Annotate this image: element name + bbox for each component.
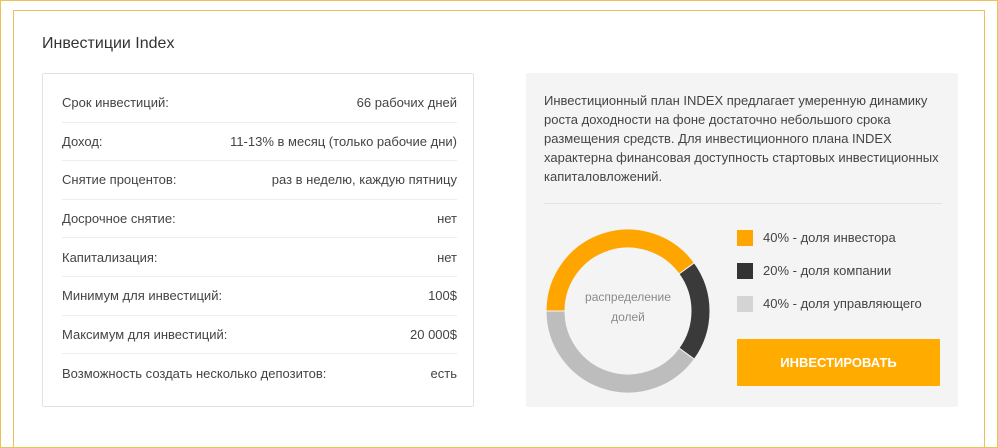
legend-label: 20% - доля компании — [763, 263, 892, 278]
param-value: 100$ — [428, 288, 457, 304]
param-row: Минимум для инвестиций: 100$ — [62, 277, 457, 316]
plan-description: Инвестиционный план INDEX предлагает уме… — [544, 93, 939, 184]
legend-item: 40% - доля инвестора — [737, 221, 922, 254]
param-value: 66 рабочих дней — [356, 95, 457, 111]
chart-legend: 40% - доля инвестора 20% - доля компании… — [737, 221, 922, 320]
param-label: Минимум для инвестиций: — [62, 288, 223, 304]
plan-parameters-table: Срок инвестиций: 66 рабочих дней Доход: … — [42, 73, 474, 407]
param-label: Доход: — [62, 133, 103, 149]
plan-title: Инвестиции Index — [42, 35, 175, 52]
param-label: Снятие процентов: — [62, 172, 177, 188]
param-value: 11-13% в месяц (только рабочие дни) — [230, 133, 457, 149]
legend-label: 40% - доля управляющего — [763, 296, 922, 311]
divider — [544, 203, 942, 204]
param-row: Досрочное снятие: нет — [62, 200, 457, 239]
donut-label-line2: долей — [611, 310, 645, 324]
param-row: Капитализация: нет — [62, 238, 457, 277]
param-value: нет — [437, 249, 457, 265]
param-row: Доход: 11-13% в месяц (только рабочие дн… — [62, 123, 457, 162]
param-row: Срок инвестиций: 66 рабочих дней — [62, 84, 457, 123]
param-label: Досрочное снятие: — [62, 211, 176, 227]
param-value: раз в неделю, каждую пятницу — [271, 172, 457, 188]
param-row: Снятие процентов: раз в неделю, каждую п… — [62, 161, 457, 200]
legend-label: 40% - доля инвестора — [763, 230, 896, 245]
legend-item: 20% - доля компании — [737, 254, 922, 287]
param-label: Срок инвестиций: — [62, 95, 169, 111]
param-row: Возможность создать несколько депозитов:… — [62, 354, 457, 393]
legend-swatch — [737, 262, 753, 279]
param-value: есть — [430, 365, 457, 381]
invest-button[interactable]: ИНВЕСТИРОВАТЬ — [737, 339, 940, 386]
param-value: 20 000$ — [410, 326, 457, 342]
donut-label-line1: распределение — [585, 290, 671, 304]
param-label: Капитализация: — [62, 249, 158, 265]
legend-item: 40% - доля управляющего — [737, 287, 922, 320]
legend-swatch — [737, 229, 753, 246]
param-label: Максимум для инвестиций: — [62, 326, 228, 342]
plan-card-frame: Инвестиции Index Срок инвестиций: 66 раб… — [0, 0, 998, 448]
param-value: нет — [437, 211, 457, 227]
donut-center-label: распределение долей — [543, 287, 713, 327]
plan-info-panel: Инвестиционный план INDEX предлагает уме… — [526, 73, 958, 407]
distribution-donut-chart: распределение долей — [543, 228, 713, 394]
legend-swatch — [737, 295, 753, 312]
param-row: Максимум для инвестиций: 20 000$ — [62, 316, 457, 355]
param-label: Возможность создать несколько депозитов: — [62, 365, 327, 381]
